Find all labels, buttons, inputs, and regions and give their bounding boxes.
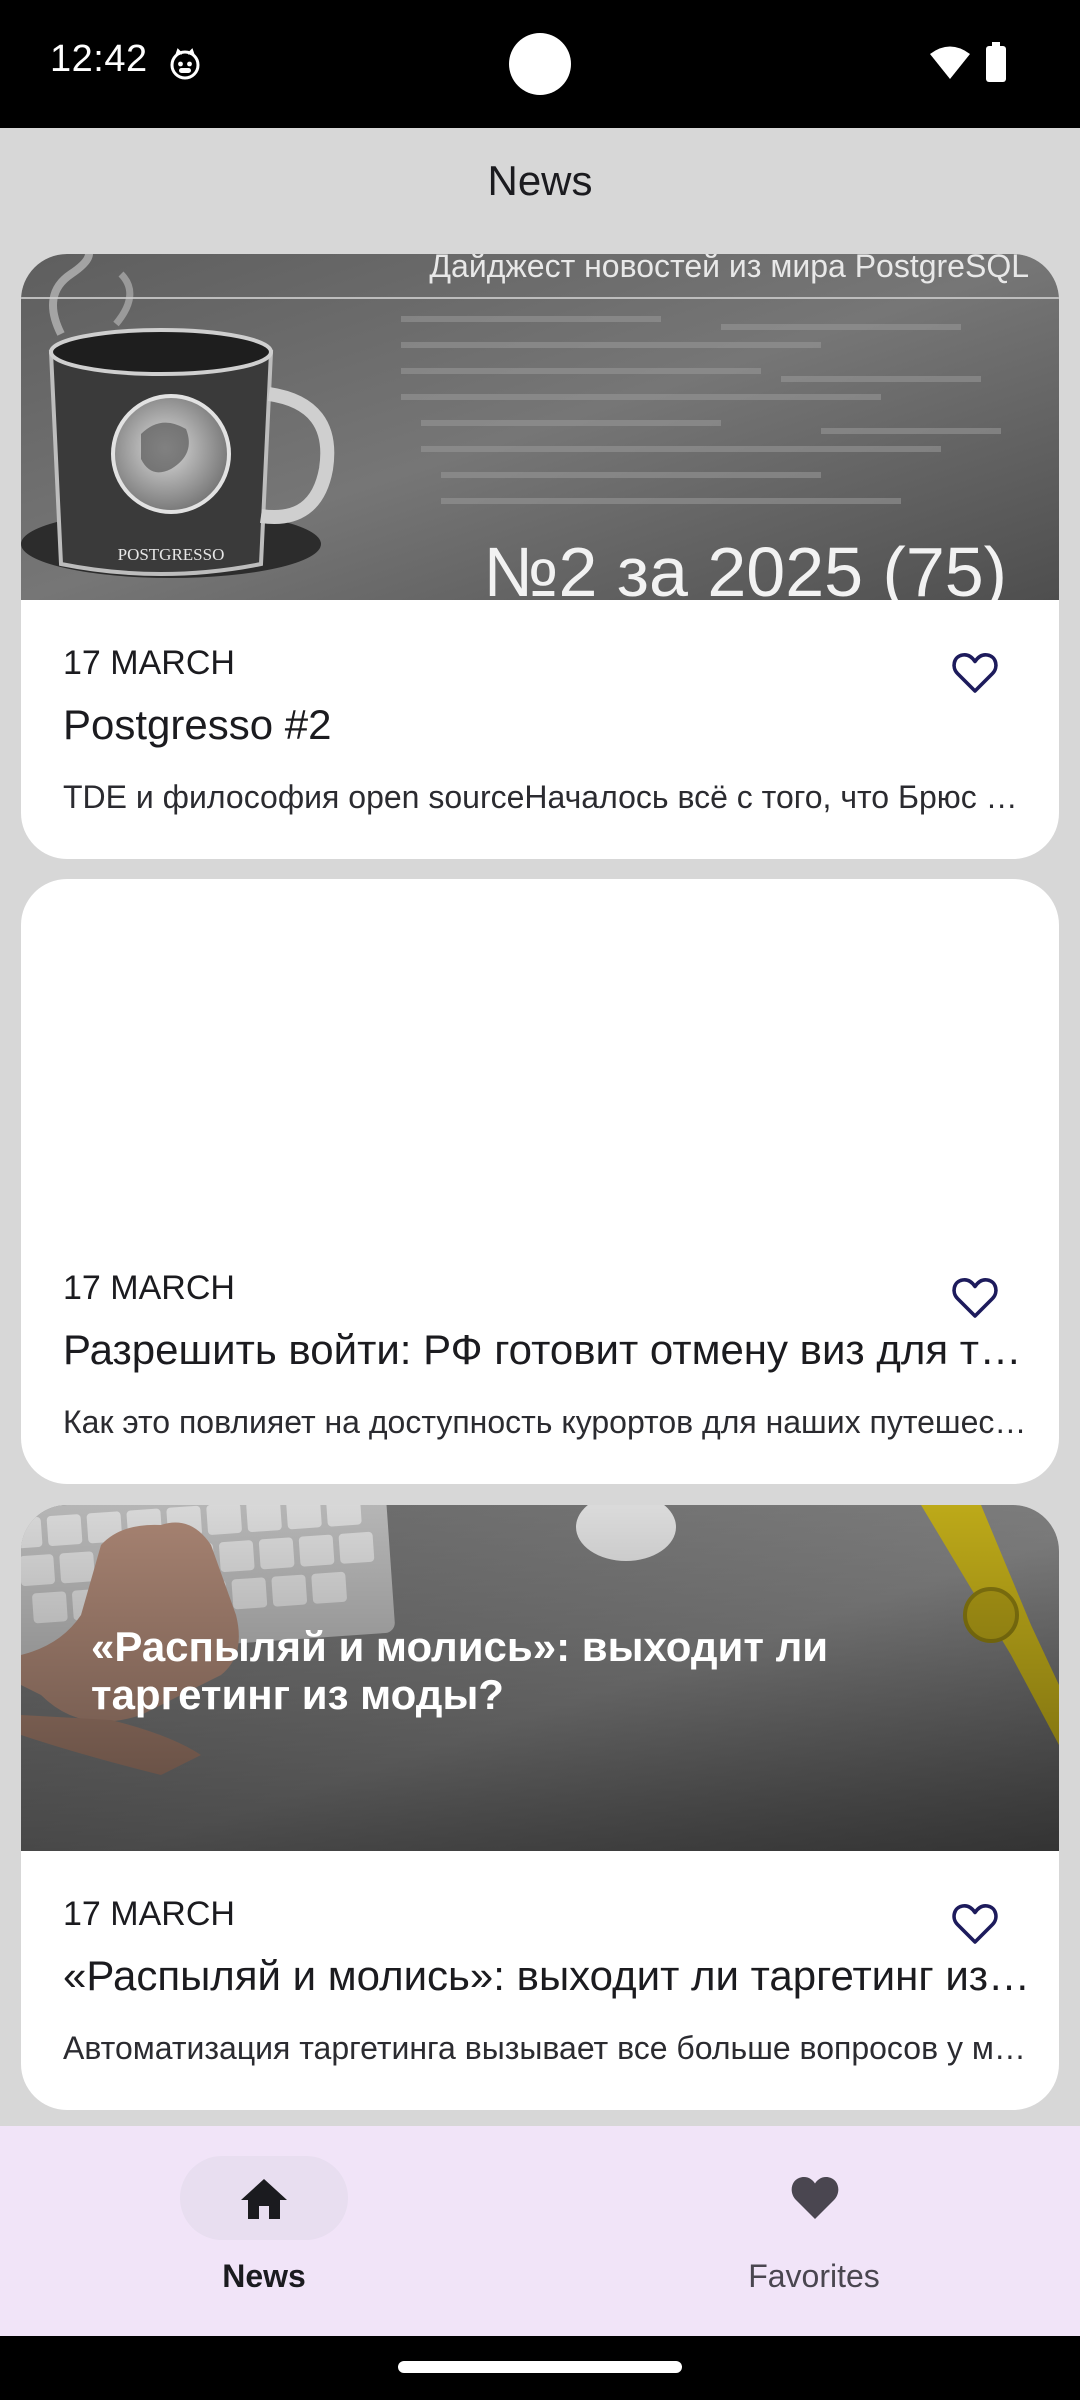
news-image-keyboard: «Распыляй и молись»: выходит ли таргетин… — [21, 1505, 1059, 1851]
banner-top-text: Дайджест новостей из мира PostgreSQL — [429, 254, 1029, 284]
news-image-postgresso: POSTGRESSO Дайджест новостей из мира Pos… — [21, 254, 1059, 600]
news-title: «Распыляй и молись»: выходит ли таргетин… — [63, 1952, 1038, 1999]
nav-label-news: News — [222, 2258, 306, 2294]
heart-outline-icon — [952, 1904, 998, 1944]
system-navigation-bar — [0, 2336, 1080, 2400]
status-time: 12:42 — [50, 38, 148, 80]
status-bar: 12:42 — [0, 0, 1080, 128]
news-title: Разрешить войти: РФ готовит отмену виз д… — [63, 1326, 1038, 1373]
news-card[interactable]: 17 MARCH Разрешить войти: РФ готовит отм… — [21, 879, 1059, 1484]
camera-cutout — [509, 33, 571, 95]
wifi-icon — [929, 46, 971, 80]
battery-icon — [985, 42, 1007, 82]
news-image-placeholder — [21, 879, 1059, 1225]
nav-label-favorites: Favorites — [748, 2258, 880, 2294]
nav-item-favorites[interactable]: Favorites — [679, 2156, 949, 2306]
news-title: Postgresso #2 — [63, 701, 332, 748]
heart-outline-icon — [952, 653, 998, 693]
bottom-navigation: News Favorites — [0, 2126, 1080, 2336]
top-app-bar: News — [0, 128, 1080, 234]
news-date: 17 MARCH — [63, 1269, 235, 1307]
heart-filled-icon — [789, 2173, 839, 2223]
nav-item-news[interactable]: News — [129, 2156, 399, 2306]
page-title: News — [487, 157, 593, 204]
image-overlay-headline: «Распыляй и молись»: выходит ли таргетин… — [91, 1623, 829, 1718]
banner-number: №2 за 2025 (75) — [483, 533, 1007, 600]
gesture-handle[interactable] — [398, 2361, 682, 2373]
mug-label: POSTGRESSO — [118, 545, 225, 564]
home-icon — [239, 2173, 289, 2223]
news-description: Как это повлияет на доступность курортов… — [63, 1404, 1038, 1440]
news-description: Автоматизация таргетинга вызывает все бо… — [63, 2030, 1038, 2066]
heart-outline-icon — [952, 1278, 998, 1318]
news-card[interactable]: «Распыляй и молись»: выходит ли таргетин… — [21, 1505, 1059, 2110]
news-card[interactable]: POSTGRESSO Дайджест новостей из мира Pos… — [21, 254, 1059, 859]
news-date: 17 MARCH — [63, 644, 235, 682]
cat-face-icon — [168, 47, 202, 81]
news-date: 17 MARCH — [63, 1895, 235, 1933]
news-description: TDE и философия open sourceНачалось всё … — [63, 779, 1038, 815]
